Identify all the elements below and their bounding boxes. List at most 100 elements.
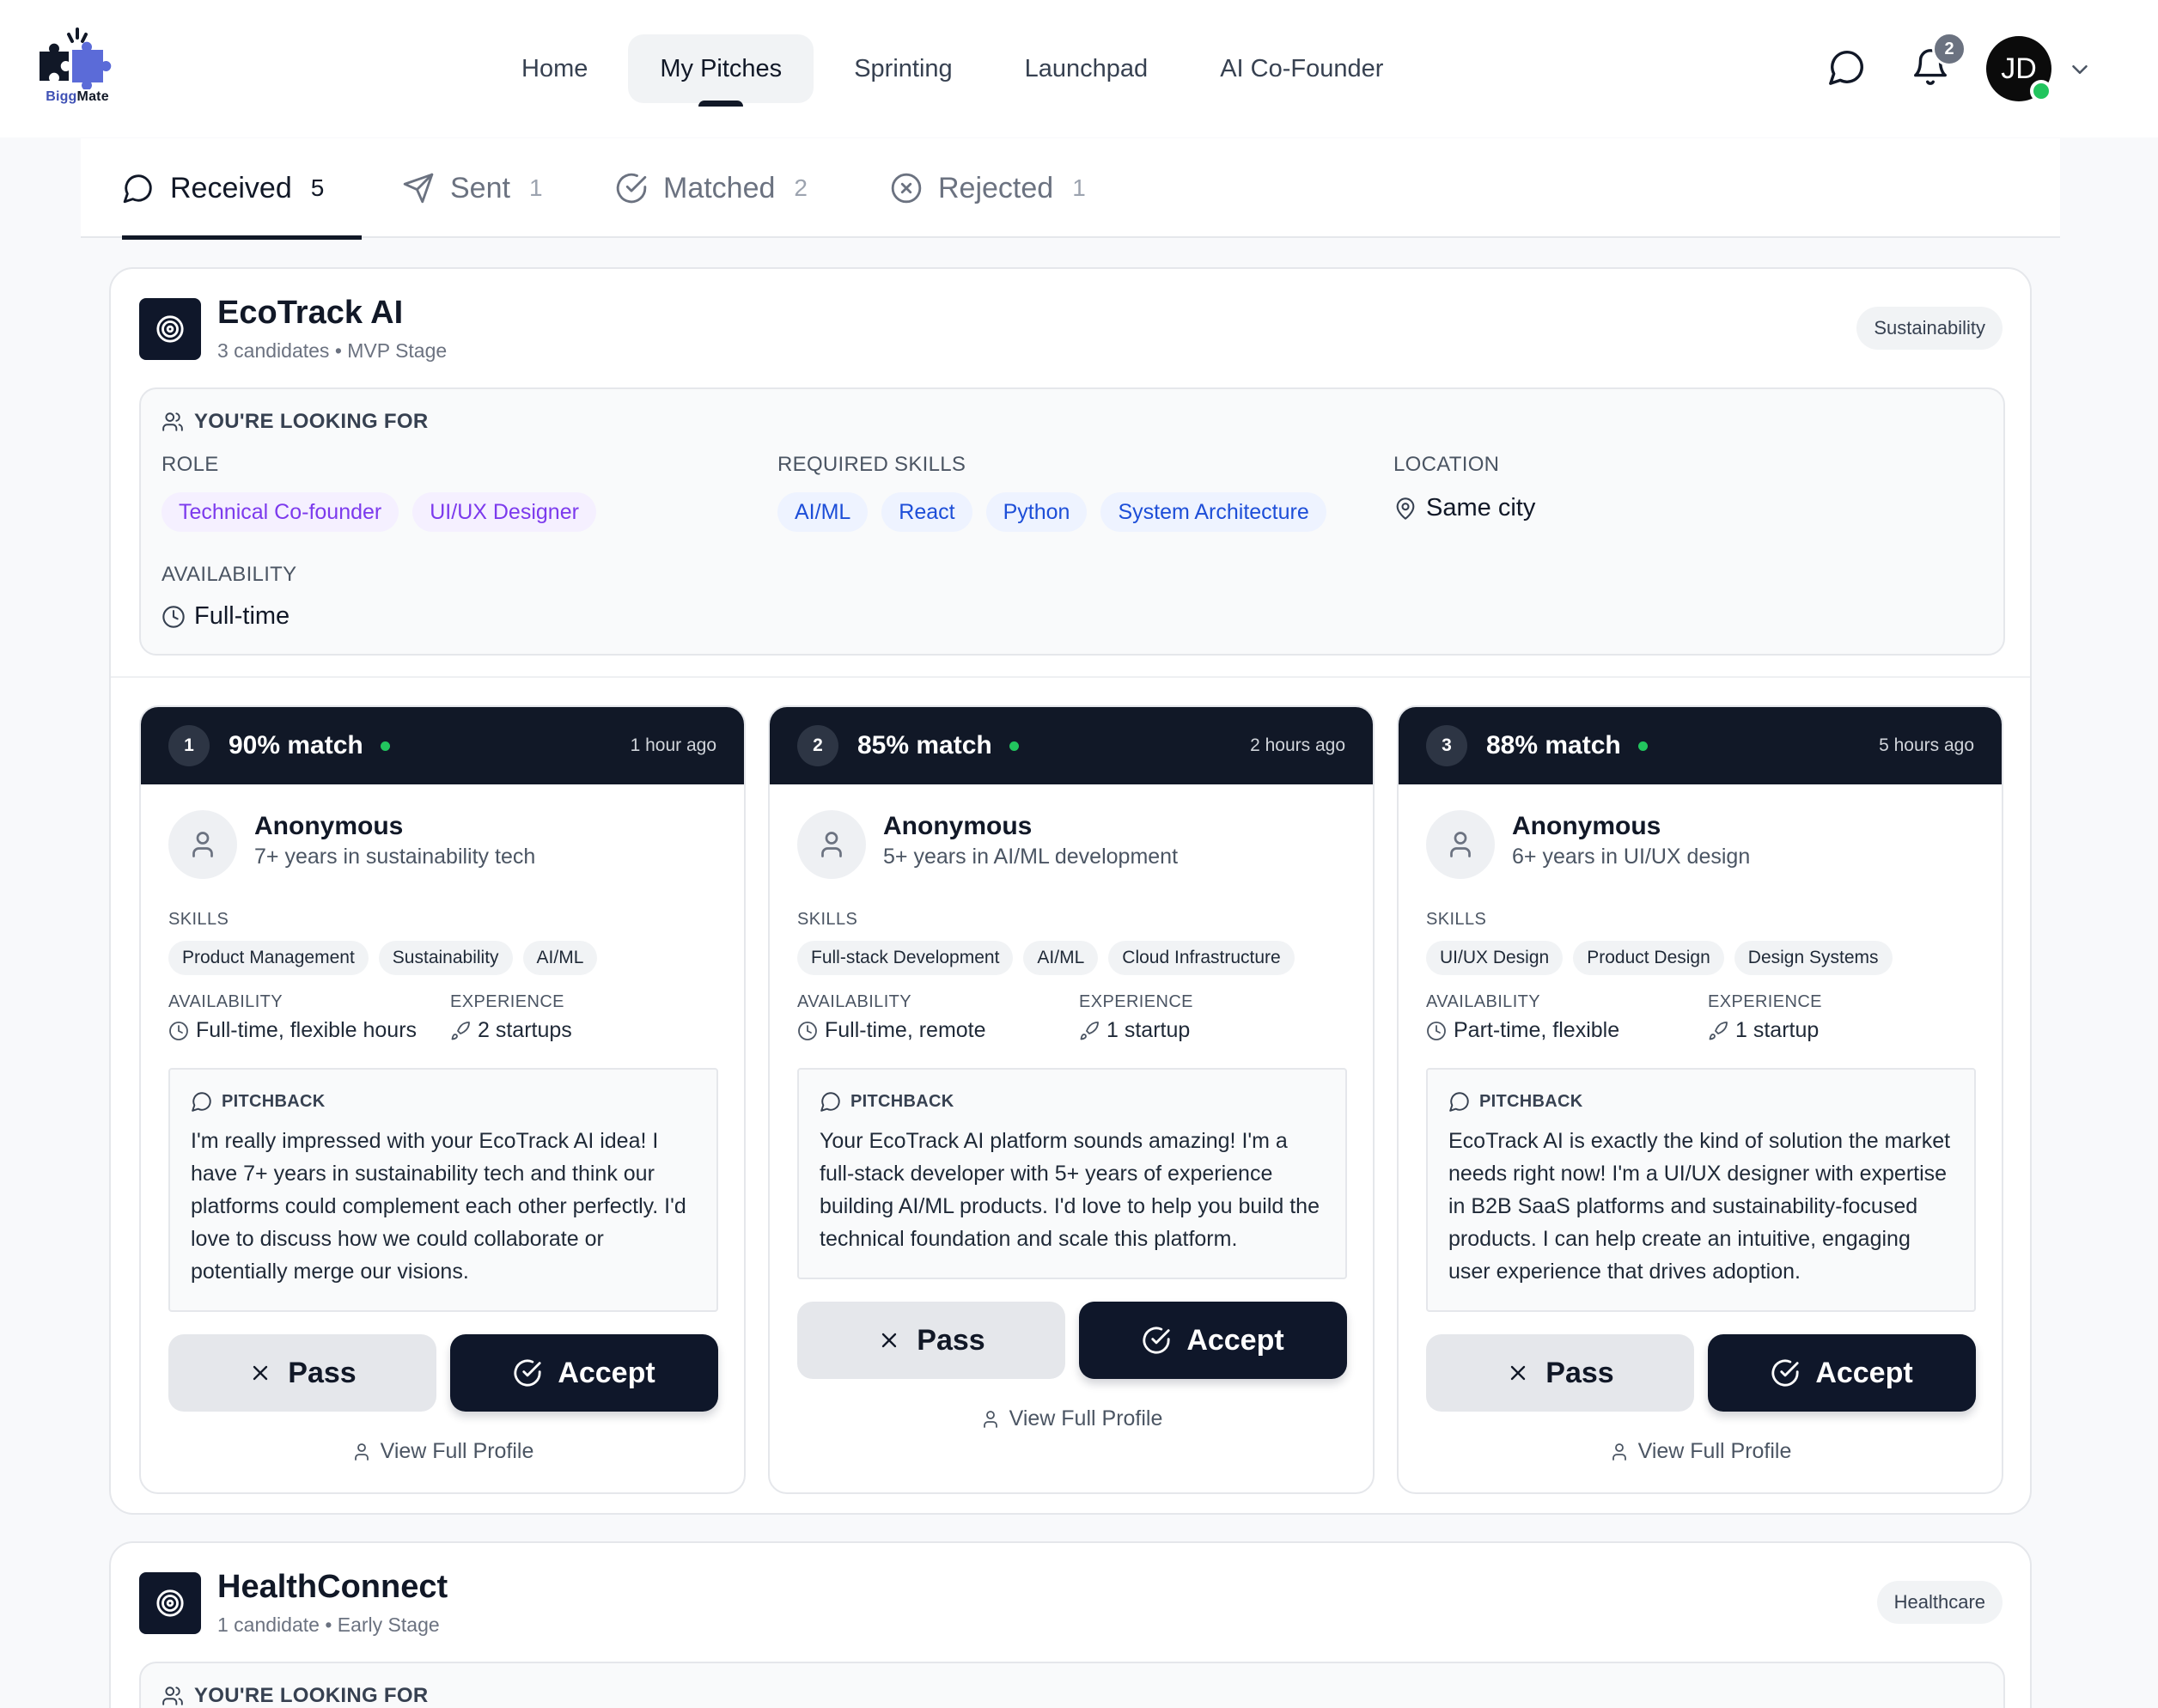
nav-launchpad[interactable]: Launchpad xyxy=(993,34,1180,103)
x-circle-icon xyxy=(891,173,922,204)
view-profile-label: View Full Profile xyxy=(380,1439,534,1463)
close-icon xyxy=(1511,1365,1526,1381)
experience-text: 2 startups xyxy=(478,1018,572,1042)
pass-label: Pass xyxy=(1545,1356,1614,1389)
availability-value: Full-time xyxy=(162,602,290,631)
close-icon xyxy=(882,1333,897,1348)
rank-badge: 2 xyxy=(797,725,838,766)
biggmate-logo[interactable]: BiggMate xyxy=(34,27,120,107)
experience-value: 1 startup xyxy=(1079,1018,1190,1043)
tab-count: 5 xyxy=(310,174,325,201)
availability-value: Full-time, remote xyxy=(797,1018,986,1043)
view-full-profile-link[interactable]: View Full Profile xyxy=(1399,1439,2002,1464)
candidate-experience-summary: 7+ years in sustainability tech xyxy=(254,845,536,869)
required-skills-label: REQUIRED SKILLS xyxy=(777,453,966,476)
pitch-tabs: Received 5 Sent 1 Matched 2 Rejected 1 xyxy=(81,138,2060,240)
tab-count: 1 xyxy=(1072,174,1086,201)
pitch-card-ecotrack: EcoTrack AI 3 candidates • MVP Stage Sus… xyxy=(109,267,2032,1515)
puzzle-logo-icon xyxy=(40,27,112,89)
pitchback-message: Your EcoTrack AI platform sounds amazing… xyxy=(820,1129,1320,1251)
clock-icon xyxy=(169,1021,188,1040)
accept-button[interactable]: Accept xyxy=(450,1334,718,1412)
tab-matched[interactable]: Matched 2 xyxy=(615,138,808,238)
nav-sprinting[interactable]: Sprinting xyxy=(822,34,984,103)
paper-plane-icon xyxy=(403,173,434,204)
users-icon xyxy=(162,412,183,431)
notification-badge: 2 xyxy=(1932,32,1966,66)
skill-chip: System Architecture xyxy=(1100,492,1326,532)
view-full-profile-link[interactable]: View Full Profile xyxy=(141,1439,744,1464)
active-dot xyxy=(1637,741,1648,751)
experience-value: 2 startups xyxy=(450,1018,572,1043)
check-circle-icon xyxy=(514,1359,541,1387)
category-badge: Healthcare xyxy=(1876,1581,2003,1624)
pass-button[interactable]: Pass xyxy=(168,1334,436,1412)
close-icon xyxy=(253,1365,268,1381)
pitch-title[interactable]: HealthConnect xyxy=(217,1569,448,1606)
accept-button[interactable]: Accept xyxy=(1708,1334,1976,1412)
candidate-name: Anonymous xyxy=(1512,812,1661,840)
role-label: ROLE xyxy=(162,453,219,476)
check-circle-icon xyxy=(1143,1327,1170,1354)
map-pin-icon xyxy=(1396,497,1415,520)
skill-chip: Design Systems xyxy=(1734,941,1893,975)
nav-home[interactable]: Home xyxy=(490,34,619,103)
required-skill-chips: AI/ML React Python System Architecture xyxy=(777,492,1326,532)
nav-ai-co-founder[interactable]: AI Co-Founder xyxy=(1188,34,1415,103)
check-circle-icon xyxy=(616,173,647,204)
chat-bubble-icon xyxy=(123,174,152,204)
match-score: 88% match xyxy=(1486,731,1621,759)
timestamp: 1 hour ago xyxy=(630,735,716,755)
experience-text: 1 startup xyxy=(1106,1018,1191,1042)
skill-chip: Python xyxy=(985,492,1088,532)
tab-received[interactable]: Received 5 xyxy=(122,138,363,240)
pass-button[interactable]: Pass xyxy=(1426,1334,1694,1412)
skill-chip: Product Management xyxy=(168,941,369,975)
skill-chip: Full-stack Development xyxy=(797,941,1014,975)
tab-sent[interactable]: Sent 1 xyxy=(402,138,543,238)
active-dot xyxy=(1009,741,1019,751)
chevron-down-icon[interactable] xyxy=(2067,57,2093,82)
looking-for-text: YOU'RE LOOKING FOR xyxy=(194,1684,429,1707)
tab-count: 1 xyxy=(528,174,543,201)
view-full-profile-link[interactable]: View Full Profile xyxy=(770,1406,1373,1431)
nav-my-pitches[interactable]: My Pitches xyxy=(628,34,814,103)
availability-label: AVAILABILITY xyxy=(797,992,912,1011)
tab-count: 2 xyxy=(794,174,808,201)
check-circle-icon xyxy=(1771,1359,1799,1387)
pitchback-heading: PITCHBACK xyxy=(1448,1090,1954,1113)
skill-chip: Product Design xyxy=(1573,941,1724,975)
user-icon xyxy=(983,1410,997,1428)
skill-chip: AI/ML xyxy=(777,492,869,532)
skill-chip: Sustainability xyxy=(378,941,513,975)
role-chip: UI/UX Designer xyxy=(412,492,596,532)
pitch-title[interactable]: EcoTrack AI xyxy=(217,295,403,332)
top-navigation: BiggMate Home My Pitches Sprinting Launc… xyxy=(0,0,2158,137)
user-avatar-icon xyxy=(797,810,866,879)
action-buttons: Pass Accept xyxy=(797,1302,1347,1379)
pitchback-box: PITCHBACK EcoTrack AI is exactly the kin… xyxy=(1426,1068,1976,1312)
role-chip: Technical Co-founder xyxy=(162,492,399,532)
logo-word-part-2: Mate xyxy=(76,89,109,104)
candidate-header: 2 85% match 2 hours ago xyxy=(770,707,1373,784)
pitchback-heading: PITCHBACK xyxy=(820,1090,1325,1113)
timestamp: 5 hours ago xyxy=(1879,735,1974,755)
looking-for-text: YOU'RE LOOKING FOR xyxy=(194,410,429,433)
availability-text: Part-time, flexible xyxy=(1454,1018,1620,1042)
pass-button[interactable]: Pass xyxy=(797,1302,1065,1379)
messages-icon[interactable] xyxy=(1827,47,1867,87)
availability-text: Full-time, flexible hours xyxy=(196,1018,418,1042)
skill-chips: Product Management Sustainability AI/ML xyxy=(168,941,598,975)
users-icon xyxy=(162,1687,183,1705)
tab-label: Sent xyxy=(450,171,510,204)
pitch-subtitle: 3 candidates • MVP Stage xyxy=(217,339,448,362)
availability-value: Full-time, flexible hours xyxy=(168,1018,417,1043)
tab-label: Matched xyxy=(663,171,776,204)
online-status-dot xyxy=(2030,80,2052,102)
candidate-name: Anonymous xyxy=(254,812,404,840)
rocket-icon xyxy=(1709,1021,1728,1040)
skill-chip: AI/ML xyxy=(522,941,598,975)
accept-button[interactable]: Accept xyxy=(1079,1302,1347,1379)
tab-rejected[interactable]: Rejected 1 xyxy=(890,138,1086,238)
location-value: Same city xyxy=(1393,494,1535,522)
